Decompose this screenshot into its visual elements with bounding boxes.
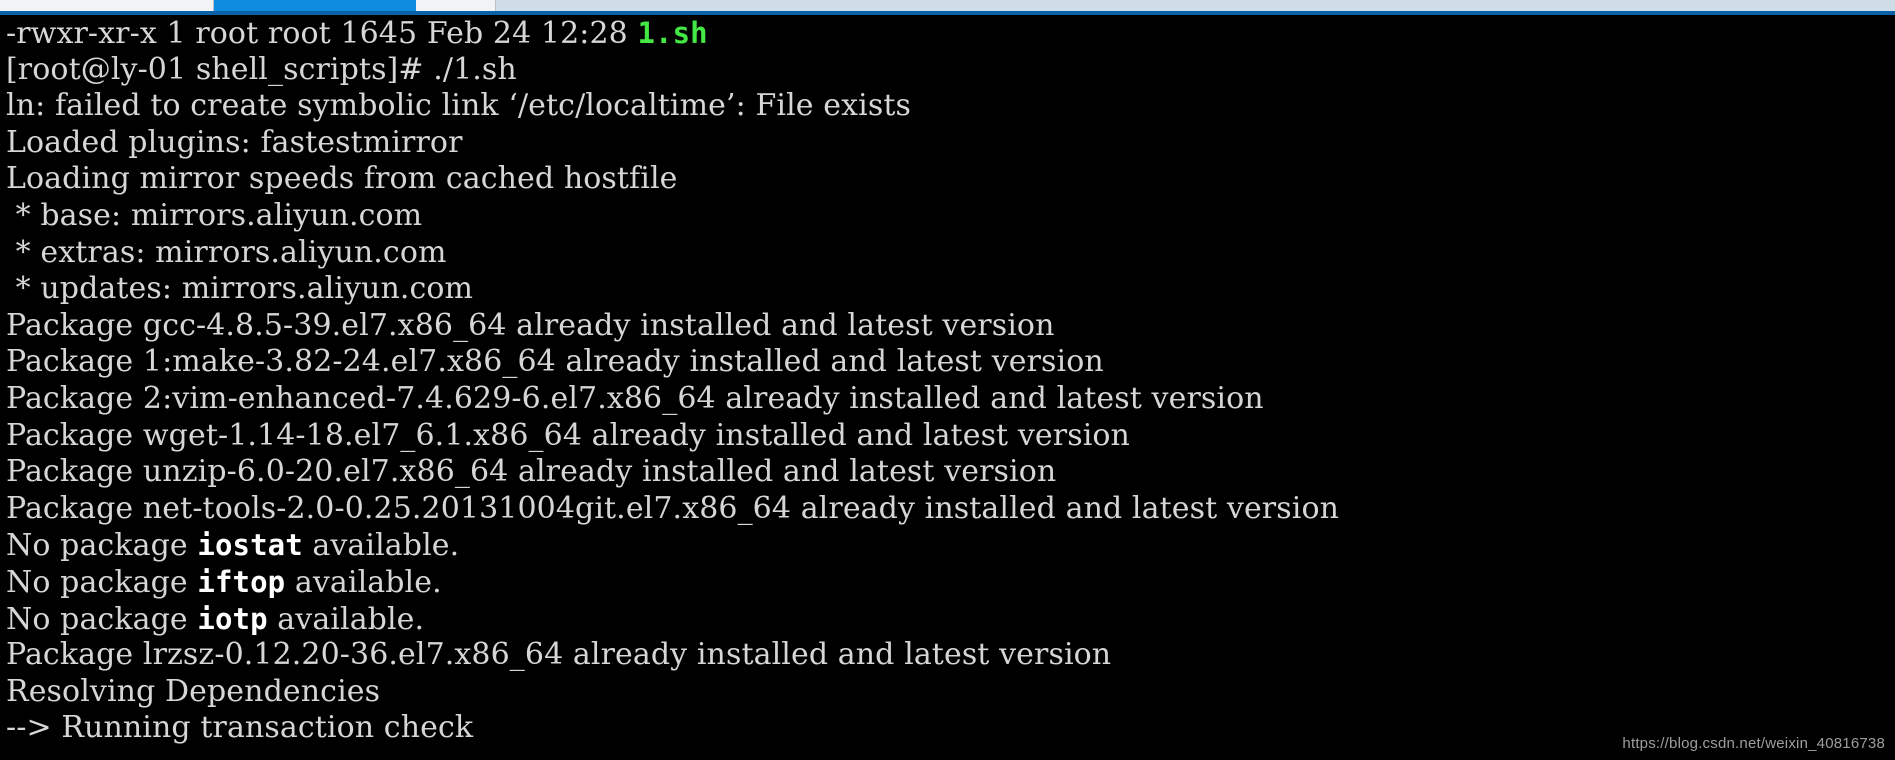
terminal-text-segment: * updates: mirrors.aliyun.com [6,271,474,307]
terminal-text-segment: Package 1:make-3.82-24.el7.x86_64 alread… [6,344,1104,380]
terminal-text-segment: Resolving Dependencies [6,673,381,709]
terminal-text-segment: Package wget-1.14-18.el7_6.1.x86_64 alre… [6,417,1130,453]
line-running-transaction-check: --> Running transaction check [6,710,1895,747]
line-package-lrzsz: Package lrzsz-0.12.20-36.el7.x86_64 alre… [6,637,1895,674]
terminal-text-segment: * base: mirrors.aliyun.com [6,197,423,233]
terminal-text-segment: -rwxr-xr-x 1 root root 1645 Feb 24 12:28 [6,16,638,51]
terminal-text-segment: [root@ly-01 shell_scripts]# ./1.sh [6,51,517,87]
terminal-text-segment: iotp [197,601,268,636]
terminal-text-segment: Loading mirror speeds from cached hostfi… [6,161,678,197]
terminal-text-segment: 1.sh [637,16,708,50]
line-loaded-plugins: Loaded plugins: fastestmirror [6,125,1895,162]
terminal-text-segment: Package gcc-4.8.5-39.el7.x86_64 already … [6,307,1055,343]
line-no-package-iftop: No package iftop available. [6,564,1895,601]
terminal-text-segment: * extras: mirrors.aliyun.com [6,234,447,270]
terminal-text-segment: Package unzip-6.0-20.el7.x86_64 already … [6,454,1057,490]
line-loading-mirror-speeds: Loading mirror speeds from cached hostfi… [6,161,1895,198]
tab-active[interactable] [214,0,416,11]
terminal-text-segment: Package lrzsz-0.12.20-36.el7.x86_64 alre… [6,637,1112,673]
terminal-text-segment: No package [6,564,198,600]
line-mirror-updates: * updates: mirrors.aliyun.com [6,271,1895,308]
terminal-text-segment: No package [6,528,198,564]
terminal-text-segment: available. [267,601,425,637]
terminal-text-segment: Package 2:vim-enhanced-7.4.629-6.el7.x86… [6,380,1264,416]
line-package-vim-enhanced: Package 2:vim-enhanced-7.4.629-6.el7.x86… [6,381,1895,418]
terminal-text-segment: available. [302,528,460,564]
tab-strip-empty-area[interactable] [496,0,1895,11]
terminal-text-segment: iostat [197,528,303,563]
line-ls-entry: -rwxr-xr-x 1 root root 1645 Feb 24 12:28… [6,15,1895,52]
line-package-net-tools: Package net-tools-2.0-0.25.20131004git.e… [6,491,1895,528]
terminal-line-list: -rwxr-xr-x 1 root root 1645 Feb 24 12:28… [6,15,1895,747]
terminal-text-segment: No package [6,601,198,637]
line-no-package-iostat: No package iostat available. [6,527,1895,564]
line-package-gcc: Package gcc-4.8.5-39.el7.x86_64 already … [6,308,1895,345]
terminal-text-segment: Package net-tools-2.0-0.25.20131004git.e… [6,490,1340,526]
line-mirror-base: * base: mirrors.aliyun.com [6,198,1895,235]
line-package-make: Package 1:make-3.82-24.el7.x86_64 alread… [6,344,1895,381]
line-resolving-dependencies: Resolving Dependencies [6,674,1895,711]
terminal-output-area[interactable]: -rwxr-xr-x 1 root root 1645 Feb 24 12:28… [0,15,1895,760]
terminal-text-segment: ln: failed to create symbolic link ‘/etc… [6,88,911,124]
terminal-text-segment: Loaded plugins: fastestmirror [6,124,463,160]
line-package-unzip: Package unzip-6.0-20.el7.x86_64 already … [6,454,1895,491]
browser-tab-strip[interactable] [0,0,1895,11]
terminal-text-segment: --> Running transaction check [6,710,474,746]
tab-inactive-right[interactable] [416,0,496,11]
line-no-package-iotp: No package iotp available. [6,601,1895,638]
line-mirror-extras: * extras: mirrors.aliyun.com [6,235,1895,272]
tab-inactive-left[interactable] [0,0,214,11]
line-ln-error: ln: failed to create symbolic link ‘/etc… [6,88,1895,125]
terminal-text-segment: iftop [197,564,286,599]
watermark-url: https://blog.csdn.net/weixin_40816738 [1622,735,1885,752]
line-package-wget: Package wget-1.14-18.el7_6.1.x86_64 alre… [6,418,1895,455]
terminal-text-segment: available. [285,564,442,600]
line-prompt-command: [root@ly-01 shell_scripts]# ./1.sh [6,52,1895,89]
